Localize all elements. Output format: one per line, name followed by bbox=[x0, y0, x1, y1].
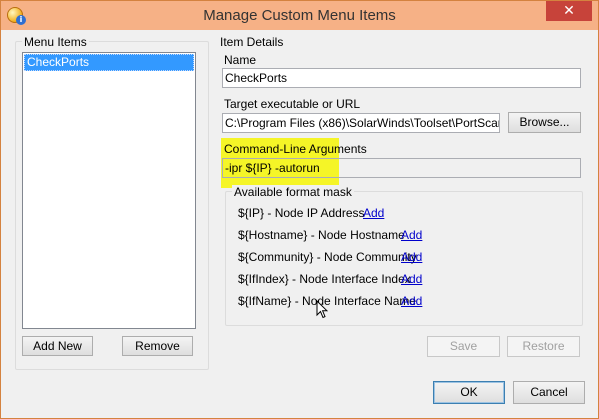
target-field[interactable]: C:\Program Files (x86)\SolarWinds\Toolse… bbox=[222, 113, 500, 133]
manage-custom-menu-items-window: i Manage Custom Menu Items ✕ Menu Items … bbox=[0, 0, 599, 419]
remove-button[interactable]: Remove bbox=[122, 336, 193, 356]
add-new-button[interactable]: Add New bbox=[22, 336, 93, 356]
format-mask-ifindex: ${IfIndex} - Node Interface Index bbox=[238, 272, 411, 286]
format-mask-community: ${Community} - Node Community bbox=[238, 250, 417, 264]
args-field[interactable]: -ipr ${IP} -autorun bbox=[222, 158, 581, 178]
menu-items-group-label: Menu Items bbox=[22, 35, 89, 49]
window-title: Manage Custom Menu Items bbox=[203, 7, 396, 24]
format-mask-ip: ${IP} - Node IP Address bbox=[238, 206, 365, 220]
browse-button[interactable]: Browse... bbox=[508, 112, 581, 133]
close-button[interactable]: ✕ bbox=[546, 1, 592, 21]
ok-button[interactable]: OK bbox=[433, 381, 505, 404]
cancel-button[interactable]: Cancel bbox=[513, 381, 585, 404]
add-community-link[interactable]: Add bbox=[401, 250, 422, 264]
item-details-group-label: Item Details bbox=[218, 35, 286, 49]
save-button[interactable]: Save bbox=[427, 336, 500, 357]
format-mask-group-label: Available format mask bbox=[232, 185, 354, 199]
format-mask-hostname: ${Hostname} - Node Hostname bbox=[238, 228, 405, 242]
title-bar[interactable]: i Manage Custom Menu Items ✕ bbox=[1, 1, 598, 30]
mouse-cursor-icon bbox=[316, 300, 328, 319]
target-label: Target executable or URL bbox=[224, 97, 361, 111]
add-ifname-link[interactable]: Add bbox=[401, 294, 422, 308]
name-label: Name bbox=[224, 53, 257, 67]
restore-button[interactable]: Restore bbox=[507, 336, 580, 357]
add-ip-link[interactable]: Add bbox=[363, 206, 384, 220]
name-field[interactable]: CheckPorts bbox=[222, 68, 581, 88]
args-label: Command-Line Arguments bbox=[224, 142, 367, 156]
list-item[interactable]: CheckPorts bbox=[24, 54, 194, 71]
add-ifindex-link[interactable]: Add bbox=[401, 272, 422, 286]
menu-items-listbox[interactable]: CheckPorts bbox=[22, 52, 196, 329]
dialog-client: Menu Items CheckPorts Add New Remove Ite… bbox=[8, 30, 591, 413]
add-hostname-link[interactable]: Add bbox=[401, 228, 422, 242]
